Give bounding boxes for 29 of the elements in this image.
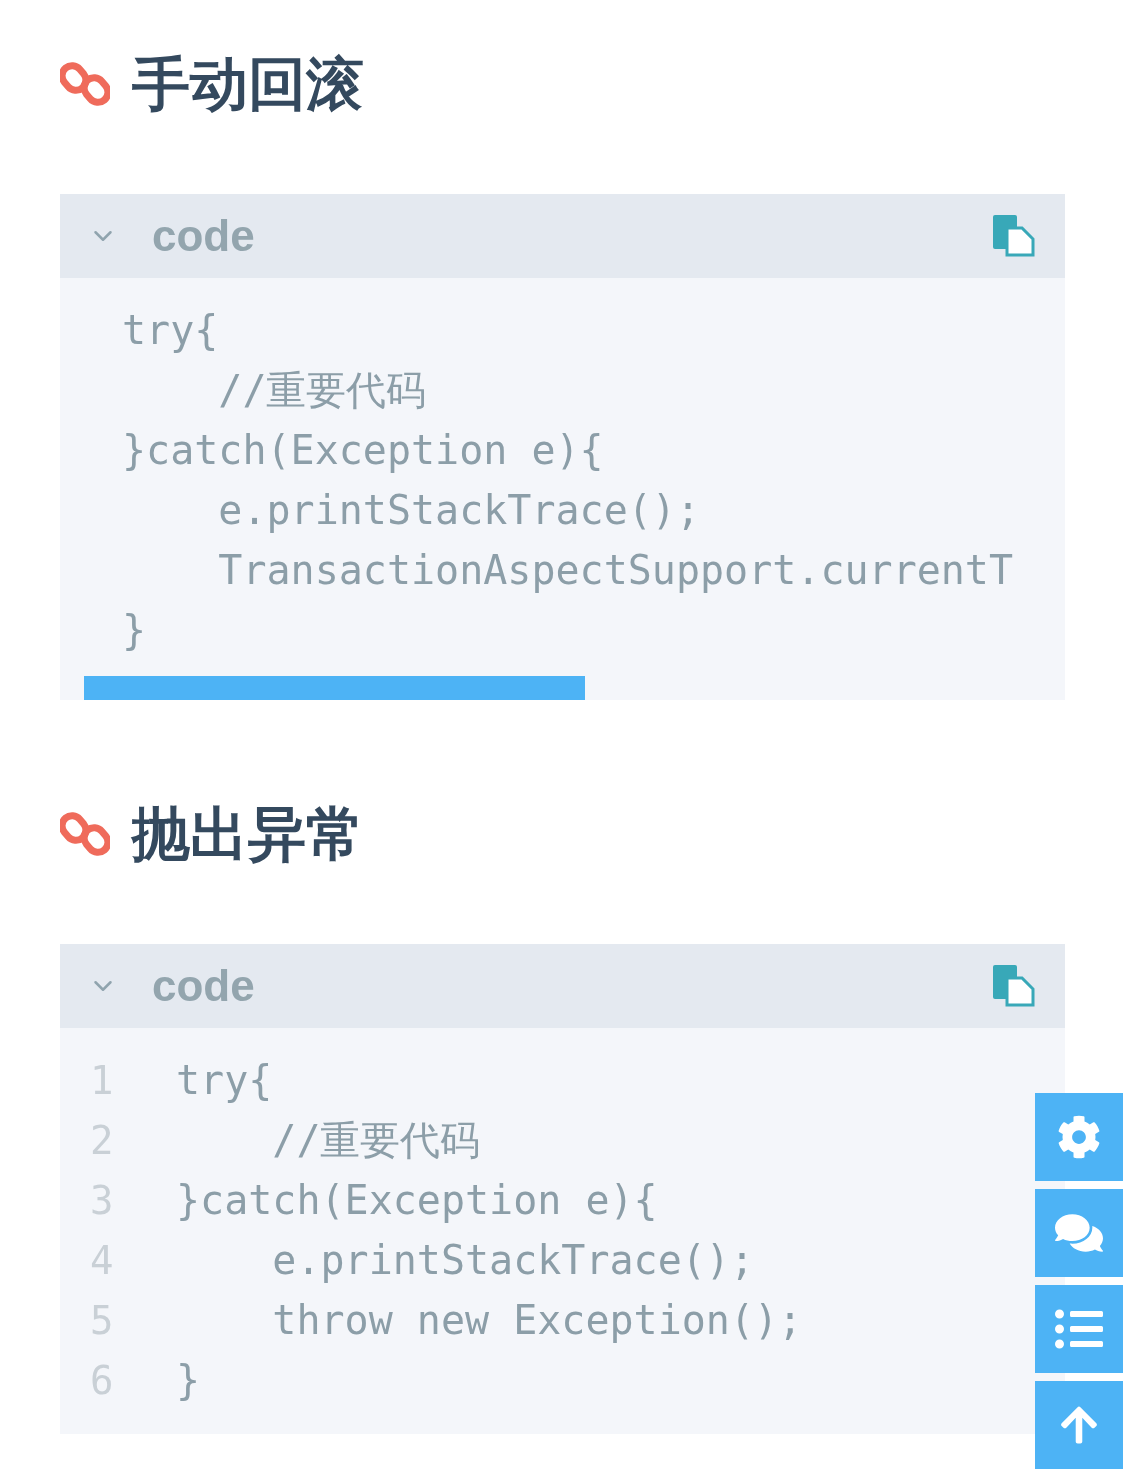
code-line: throw new Exception();: [271, 1297, 803, 1343]
back-to-top-button[interactable]: [1035, 1381, 1123, 1469]
code-label: code: [152, 211, 256, 261]
copy-button[interactable]: [993, 215, 1035, 257]
comments-button[interactable]: [1035, 1189, 1123, 1277]
code-line: try{: [121, 307, 219, 353]
code-line: //重要代码: [271, 1115, 481, 1165]
table-of-contents-button[interactable]: [1035, 1285, 1123, 1373]
code-line: e.printStackTrace();: [271, 1237, 754, 1283]
section-heading: 抛出异常: [132, 805, 364, 863]
code-line: e.printStackTrace();: [217, 487, 700, 533]
code-line: TransactionAspectSupport.currentT: [217, 547, 1014, 593]
scrollbar-thumb[interactable]: [84, 676, 585, 700]
settings-icon: [1057, 1115, 1101, 1159]
code-line: }: [175, 1357, 201, 1403]
link-icon: [60, 59, 110, 109]
code-line: }: [121, 607, 147, 653]
arrow-up-icon: [1058, 1404, 1100, 1446]
code-line: }catch(Exception e){: [121, 427, 604, 473]
code-line: try{: [175, 1057, 273, 1103]
settings-button[interactable]: [1035, 1093, 1123, 1181]
code-line: }catch(Exception e){: [175, 1177, 658, 1223]
code-line: //重要代码: [217, 365, 427, 415]
section-heading: 手动回滚: [132, 55, 364, 113]
link-icon: [60, 809, 110, 859]
copy-button[interactable]: [993, 965, 1035, 1007]
copy-icon: [993, 215, 1035, 257]
code-label: code: [152, 961, 256, 1011]
copy-icon: [993, 965, 1035, 1007]
